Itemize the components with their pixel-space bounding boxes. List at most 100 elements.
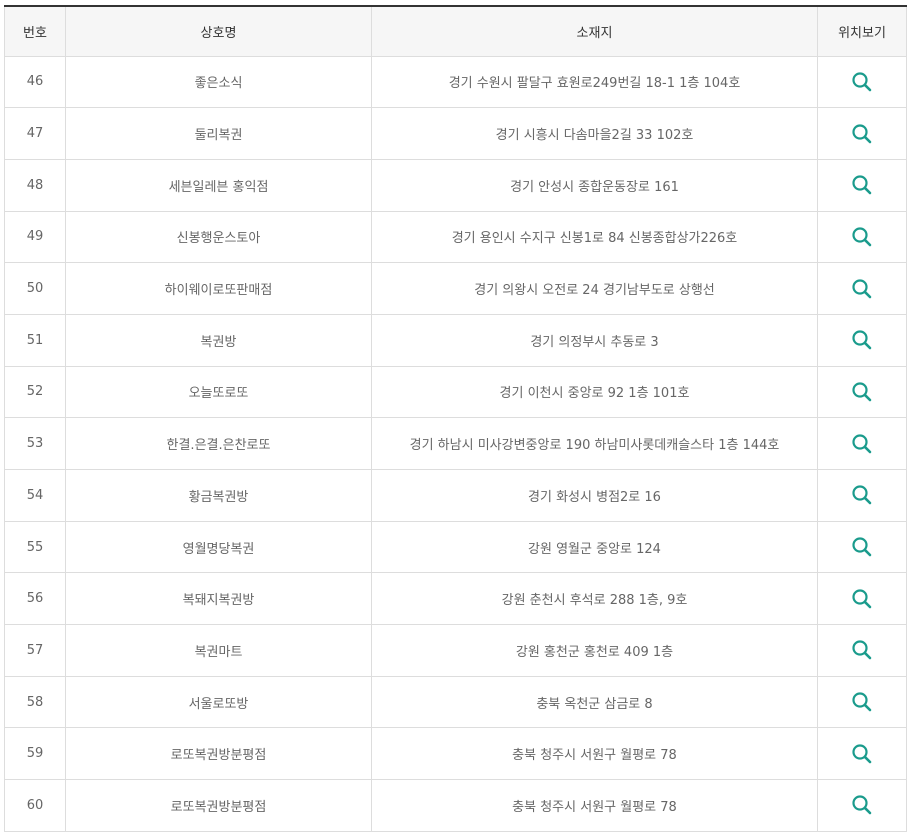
view-location-button[interactable] <box>850 70 874 94</box>
table-row: 49 신봉행운스토아 경기 용인시 수지구 신봉1로 84 신봉종합상가226호 <box>4 211 907 264</box>
cell-map <box>817 56 907 109</box>
table-row: 54 황금복권방 경기 화성시 병점2로 16 <box>4 469 907 522</box>
cell-address: 경기 하남시 미사강변중앙로 190 하남미사롯데캐슬스타 1층 144호 <box>371 417 818 470</box>
cell-address: 경기 안성시 종합운동장로 161 <box>371 159 818 212</box>
search-icon <box>852 434 872 453</box>
cell-map <box>817 314 907 367</box>
search-icon <box>852 537 872 557</box>
search-icon <box>852 175 872 195</box>
table-row: 56 복돼지복권방 강원 춘천시 후석로 288 1층, 9호 <box>4 572 907 626</box>
view-location-button[interactable] <box>850 793 874 817</box>
view-location-button[interactable] <box>850 742 874 766</box>
header-name: 상호명 <box>65 5 372 57</box>
cell-map <box>817 366 907 419</box>
search-icon <box>852 278 872 298</box>
cell-map <box>817 211 907 264</box>
table-row: 58 서울로또방 충북 옥천군 삼금로 8 <box>4 676 907 729</box>
cell-name: 황금복권방 <box>65 469 372 522</box>
cell-no: 58 <box>4 676 66 729</box>
cell-map <box>817 676 907 729</box>
cell-no: 46 <box>4 56 66 109</box>
cell-map <box>817 624 907 677</box>
cell-name: 좋은소식 <box>65 56 372 109</box>
cell-name: 오늘또로또 <box>65 366 372 419</box>
search-icon <box>852 640 872 660</box>
cell-no: 57 <box>4 624 66 677</box>
search-icon <box>852 72 872 92</box>
table-header: 번호 상호명 소재지 위치보기 <box>4 5 907 57</box>
view-location-button[interactable] <box>850 535 874 559</box>
search-icon <box>852 227 872 247</box>
table-row: 55 영월명당복권 강원 영월군 중앙로 124 <box>4 521 907 574</box>
search-icon <box>852 330 872 350</box>
cell-name: 로또복권방분평점 <box>65 727 372 781</box>
cell-map <box>817 262 907 315</box>
cell-name: 로또복권방분평점 <box>65 779 372 832</box>
cell-address: 강원 춘천시 후석로 288 1층, 9호 <box>371 572 818 626</box>
cell-address: 경기 화성시 병점2로 16 <box>371 469 818 522</box>
cell-map <box>817 521 907 574</box>
cell-no: 60 <box>4 779 66 832</box>
table-row: 57 복권마트 강원 홍천군 홍천로 409 1층 <box>4 624 907 677</box>
cell-map <box>817 417 907 470</box>
view-location-button[interactable] <box>850 122 874 146</box>
cell-no: 56 <box>4 572 66 626</box>
cell-address: 충북 청주시 서원구 월평로 78 <box>371 727 818 781</box>
view-location-button[interactable] <box>850 690 874 714</box>
table-row: 48 세븐일레븐 홍익점 경기 안성시 종합운동장로 161 <box>4 159 907 212</box>
cell-no: 59 <box>4 727 66 781</box>
store-list: 번호 상호명 소재지 위치보기 46 좋은소식 경기 수원시 팔달구 효원로24… <box>4 5 907 832</box>
cell-name: 복권방 <box>65 314 372 367</box>
view-location-button[interactable] <box>850 483 874 507</box>
search-icon <box>852 795 872 815</box>
header-no: 번호 <box>4 5 66 57</box>
cell-name: 복돼지복권방 <box>65 572 372 626</box>
cell-map <box>817 159 907 212</box>
cell-no: 52 <box>4 366 66 419</box>
cell-map <box>817 779 907 832</box>
cell-name: 하이웨이로또판매점 <box>65 262 372 315</box>
view-location-button[interactable] <box>850 225 874 249</box>
cell-no: 48 <box>4 159 66 212</box>
search-icon <box>852 485 872 505</box>
search-icon <box>852 692 872 712</box>
table-row: 46 좋은소식 경기 수원시 팔달구 효원로249번길 18-1 1층 104호 <box>4 56 907 109</box>
cell-no: 51 <box>4 314 66 367</box>
cell-name: 한결.은결.은찬로또 <box>65 417 372 470</box>
cell-address: 경기 용인시 수지구 신봉1로 84 신봉종합상가226호 <box>371 211 818 264</box>
cell-no: 54 <box>4 469 66 522</box>
view-location-button[interactable] <box>850 380 874 404</box>
cell-name: 세븐일레븐 홍익점 <box>65 159 372 212</box>
table-row: 59 로또복권방분평점 충북 청주시 서원구 월평로 78 <box>4 727 907 781</box>
cell-no: 47 <box>4 107 66 160</box>
cell-address: 충북 청주시 서원구 월평로 78 <box>371 779 818 832</box>
cell-address: 강원 영월군 중앙로 124 <box>371 521 818 574</box>
view-location-button[interactable] <box>850 587 874 611</box>
cell-name: 서울로또방 <box>65 676 372 729</box>
cell-map <box>817 572 907 626</box>
header-map: 위치보기 <box>817 5 907 57</box>
store-table: 번호 상호명 소재지 위치보기 46 좋은소식 경기 수원시 팔달구 효원로24… <box>4 5 907 832</box>
cell-name: 복권마트 <box>65 624 372 677</box>
cell-address: 충북 옥천군 삼금로 8 <box>371 676 818 729</box>
cell-address: 경기 이천시 중앙로 92 1층 101호 <box>371 366 818 419</box>
view-location-button[interactable] <box>850 277 874 301</box>
cell-map <box>817 469 907 522</box>
view-location-button[interactable] <box>850 638 874 662</box>
view-location-button[interactable] <box>850 173 874 197</box>
view-location-button[interactable] <box>850 432 874 456</box>
cell-address: 경기 의정부시 추동로 3 <box>371 314 818 367</box>
search-icon <box>852 382 872 402</box>
cell-name: 신봉행운스토아 <box>65 211 372 264</box>
cell-no: 53 <box>4 417 66 470</box>
view-location-button[interactable] <box>850 328 874 352</box>
cell-address: 경기 시흥시 다솜마을2길 33 102호 <box>371 107 818 160</box>
search-icon <box>852 589 872 609</box>
header-address: 소재지 <box>371 5 818 57</box>
table-row: 52 오늘또로또 경기 이천시 중앙로 92 1층 101호 <box>4 366 907 419</box>
cell-no: 49 <box>4 211 66 264</box>
table-row: 47 둘리복권 경기 시흥시 다솜마을2길 33 102호 <box>4 107 907 160</box>
header-row: 번호 상호명 소재지 위치보기 <box>4 5 907 57</box>
search-icon <box>852 744 872 764</box>
search-icon <box>852 123 872 143</box>
